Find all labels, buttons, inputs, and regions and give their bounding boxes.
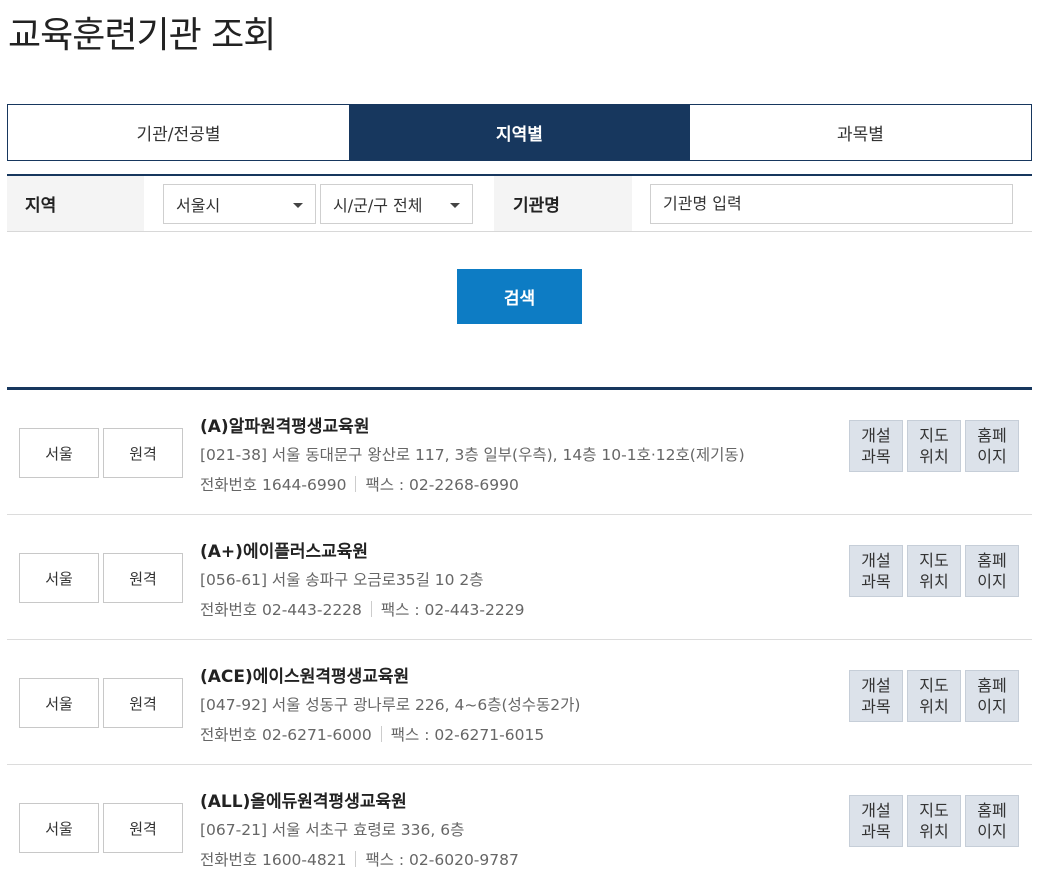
divider: [355, 851, 357, 867]
institution-name-input[interactable]: [650, 183, 1013, 224]
search-filter: 지역 서울시 시/군/구 전체 기관명: [7, 174, 1032, 232]
divider: [380, 726, 382, 742]
institution-contact: 전화번호 02-443-2228 팩스 : 02-443-2229: [200, 595, 524, 625]
list-item: 서울 원격 (ACE)에이스원격평생교육원 [047-92] 서울 성동구 광나…: [7, 640, 1032, 765]
homepage-button[interactable]: 홈페 이지: [965, 670, 1019, 722]
phone-number: 전화번호 1600-4821: [200, 851, 347, 869]
institution-address: [056-61] 서울 송파구 오금로35길 10 2층: [200, 571, 484, 589]
divider: [355, 476, 357, 492]
institution-address: [067-21] 서울 서초구 효령로 336, 6층: [200, 821, 465, 839]
search-type-tabs: 기관/전공별 지역별 과목별: [7, 104, 1032, 161]
action-buttons: 개설 과목 지도 위치 홈페 이지: [849, 420, 1019, 472]
institution-label: 기관명: [494, 176, 632, 231]
open-courses-button[interactable]: 개설 과목: [849, 795, 903, 847]
institution-address: [021-38] 서울 동대문구 왕산로 117, 3층 일부(우측), 14층…: [200, 446, 745, 464]
action-buttons: 개설 과목 지도 위치 홈페 이지: [849, 545, 1019, 597]
open-courses-button[interactable]: 개설 과목: [849, 670, 903, 722]
city-select[interactable]: 서울시: [163, 183, 316, 224]
type-tag: 원격: [103, 803, 183, 853]
phone-number: 전화번호 02-6271-6000: [200, 726, 372, 744]
type-tag: 원격: [103, 553, 183, 603]
fax-number: 팩스 : 02-6271-6015: [390, 726, 545, 744]
homepage-button[interactable]: 홈페 이지: [965, 795, 1019, 847]
map-location-button[interactable]: 지도 위치: [907, 670, 961, 722]
institution-name: (A)알파원격평생교육원: [200, 417, 370, 437]
action-buttons: 개설 과목 지도 위치 홈페 이지: [849, 670, 1019, 722]
institution-info: (ALL)올에듀원격평생교육원 [067-21] 서울 서초구 효령로 336,…: [200, 789, 519, 872]
tab-institution-major[interactable]: 기관/전공별: [8, 105, 349, 160]
divider: [370, 601, 372, 617]
institution-contact: 전화번호 02-6271-6000 팩스 : 02-6271-6015: [200, 720, 580, 750]
institution-contact: 전화번호 1600-4821 팩스 : 02-6020-9787: [200, 845, 519, 872]
region-tag: 서울: [19, 428, 99, 478]
map-location-button[interactable]: 지도 위치: [907, 795, 961, 847]
caret-down-icon: [450, 202, 460, 208]
institution-name: (A+)에이플러스교육원: [200, 542, 369, 562]
page-title: 교육훈련기관 조회: [8, 15, 276, 56]
institution-info: (A)알파원격평생교육원 [021-38] 서울 동대문구 왕산로 117, 3…: [200, 414, 745, 500]
district-select-value: 시/군/구 전체: [333, 195, 423, 215]
phone-number: 전화번호 02-443-2228: [200, 601, 362, 619]
open-courses-button[interactable]: 개설 과목: [849, 545, 903, 597]
search-button[interactable]: 검색: [457, 269, 582, 324]
institution-name: (ACE)에이스원격평생교육원: [200, 667, 410, 687]
phone-number: 전화번호 1644-6990: [200, 476, 347, 494]
institution-list: 서울 원격 (A)알파원격평생교육원 [021-38] 서울 동대문구 왕산로 …: [7, 387, 1032, 872]
open-courses-button[interactable]: 개설 과목: [849, 420, 903, 472]
caret-down-icon: [293, 202, 303, 208]
institution-info: (ACE)에이스원격평생교육원 [047-92] 서울 성동구 광나루로 226…: [200, 664, 580, 750]
region-tag: 서울: [19, 678, 99, 728]
homepage-button[interactable]: 홈페 이지: [965, 545, 1019, 597]
fax-number: 팩스 : 02-443-2229: [380, 601, 525, 619]
homepage-button[interactable]: 홈페 이지: [965, 420, 1019, 472]
map-location-button[interactable]: 지도 위치: [907, 545, 961, 597]
institution-address: [047-92] 서울 성동구 광나루로 226, 4~6층(성수동2가): [200, 696, 581, 714]
institution-contact: 전화번호 1644-6990 팩스 : 02-2268-6990: [200, 470, 745, 500]
institution-info: (A+)에이플러스교육원 [056-61] 서울 송파구 오금로35길 10 2…: [200, 539, 524, 625]
fax-number: 팩스 : 02-6020-9787: [365, 851, 519, 869]
city-select-value: 서울시: [176, 195, 221, 215]
action-buttons: 개설 과목 지도 위치 홈페 이지: [849, 795, 1019, 847]
type-tag: 원격: [103, 678, 183, 728]
tab-region[interactable]: 지역별: [349, 105, 690, 160]
fax-number: 팩스 : 02-2268-6990: [365, 476, 519, 494]
type-tag: 원격: [103, 428, 183, 478]
map-location-button[interactable]: 지도 위치: [907, 420, 961, 472]
district-select[interactable]: 시/군/구 전체: [320, 183, 473, 224]
list-item: 서울 원격 (A)알파원격평생교육원 [021-38] 서울 동대문구 왕산로 …: [7, 390, 1032, 515]
tab-subject[interactable]: 과목별: [690, 105, 1031, 160]
region-tag: 서울: [19, 553, 99, 603]
region-tag: 서울: [19, 803, 99, 853]
institution-name: (ALL)올에듀원격평생교육원: [200, 792, 407, 812]
list-item: 서울 원격 (ALL)올에듀원격평생교육원 [067-21] 서울 서초구 효령…: [7, 765, 1032, 872]
region-label: 지역: [7, 176, 144, 231]
list-item: 서울 원격 (A+)에이플러스교육원 [056-61] 서울 송파구 오금로35…: [7, 515, 1032, 640]
